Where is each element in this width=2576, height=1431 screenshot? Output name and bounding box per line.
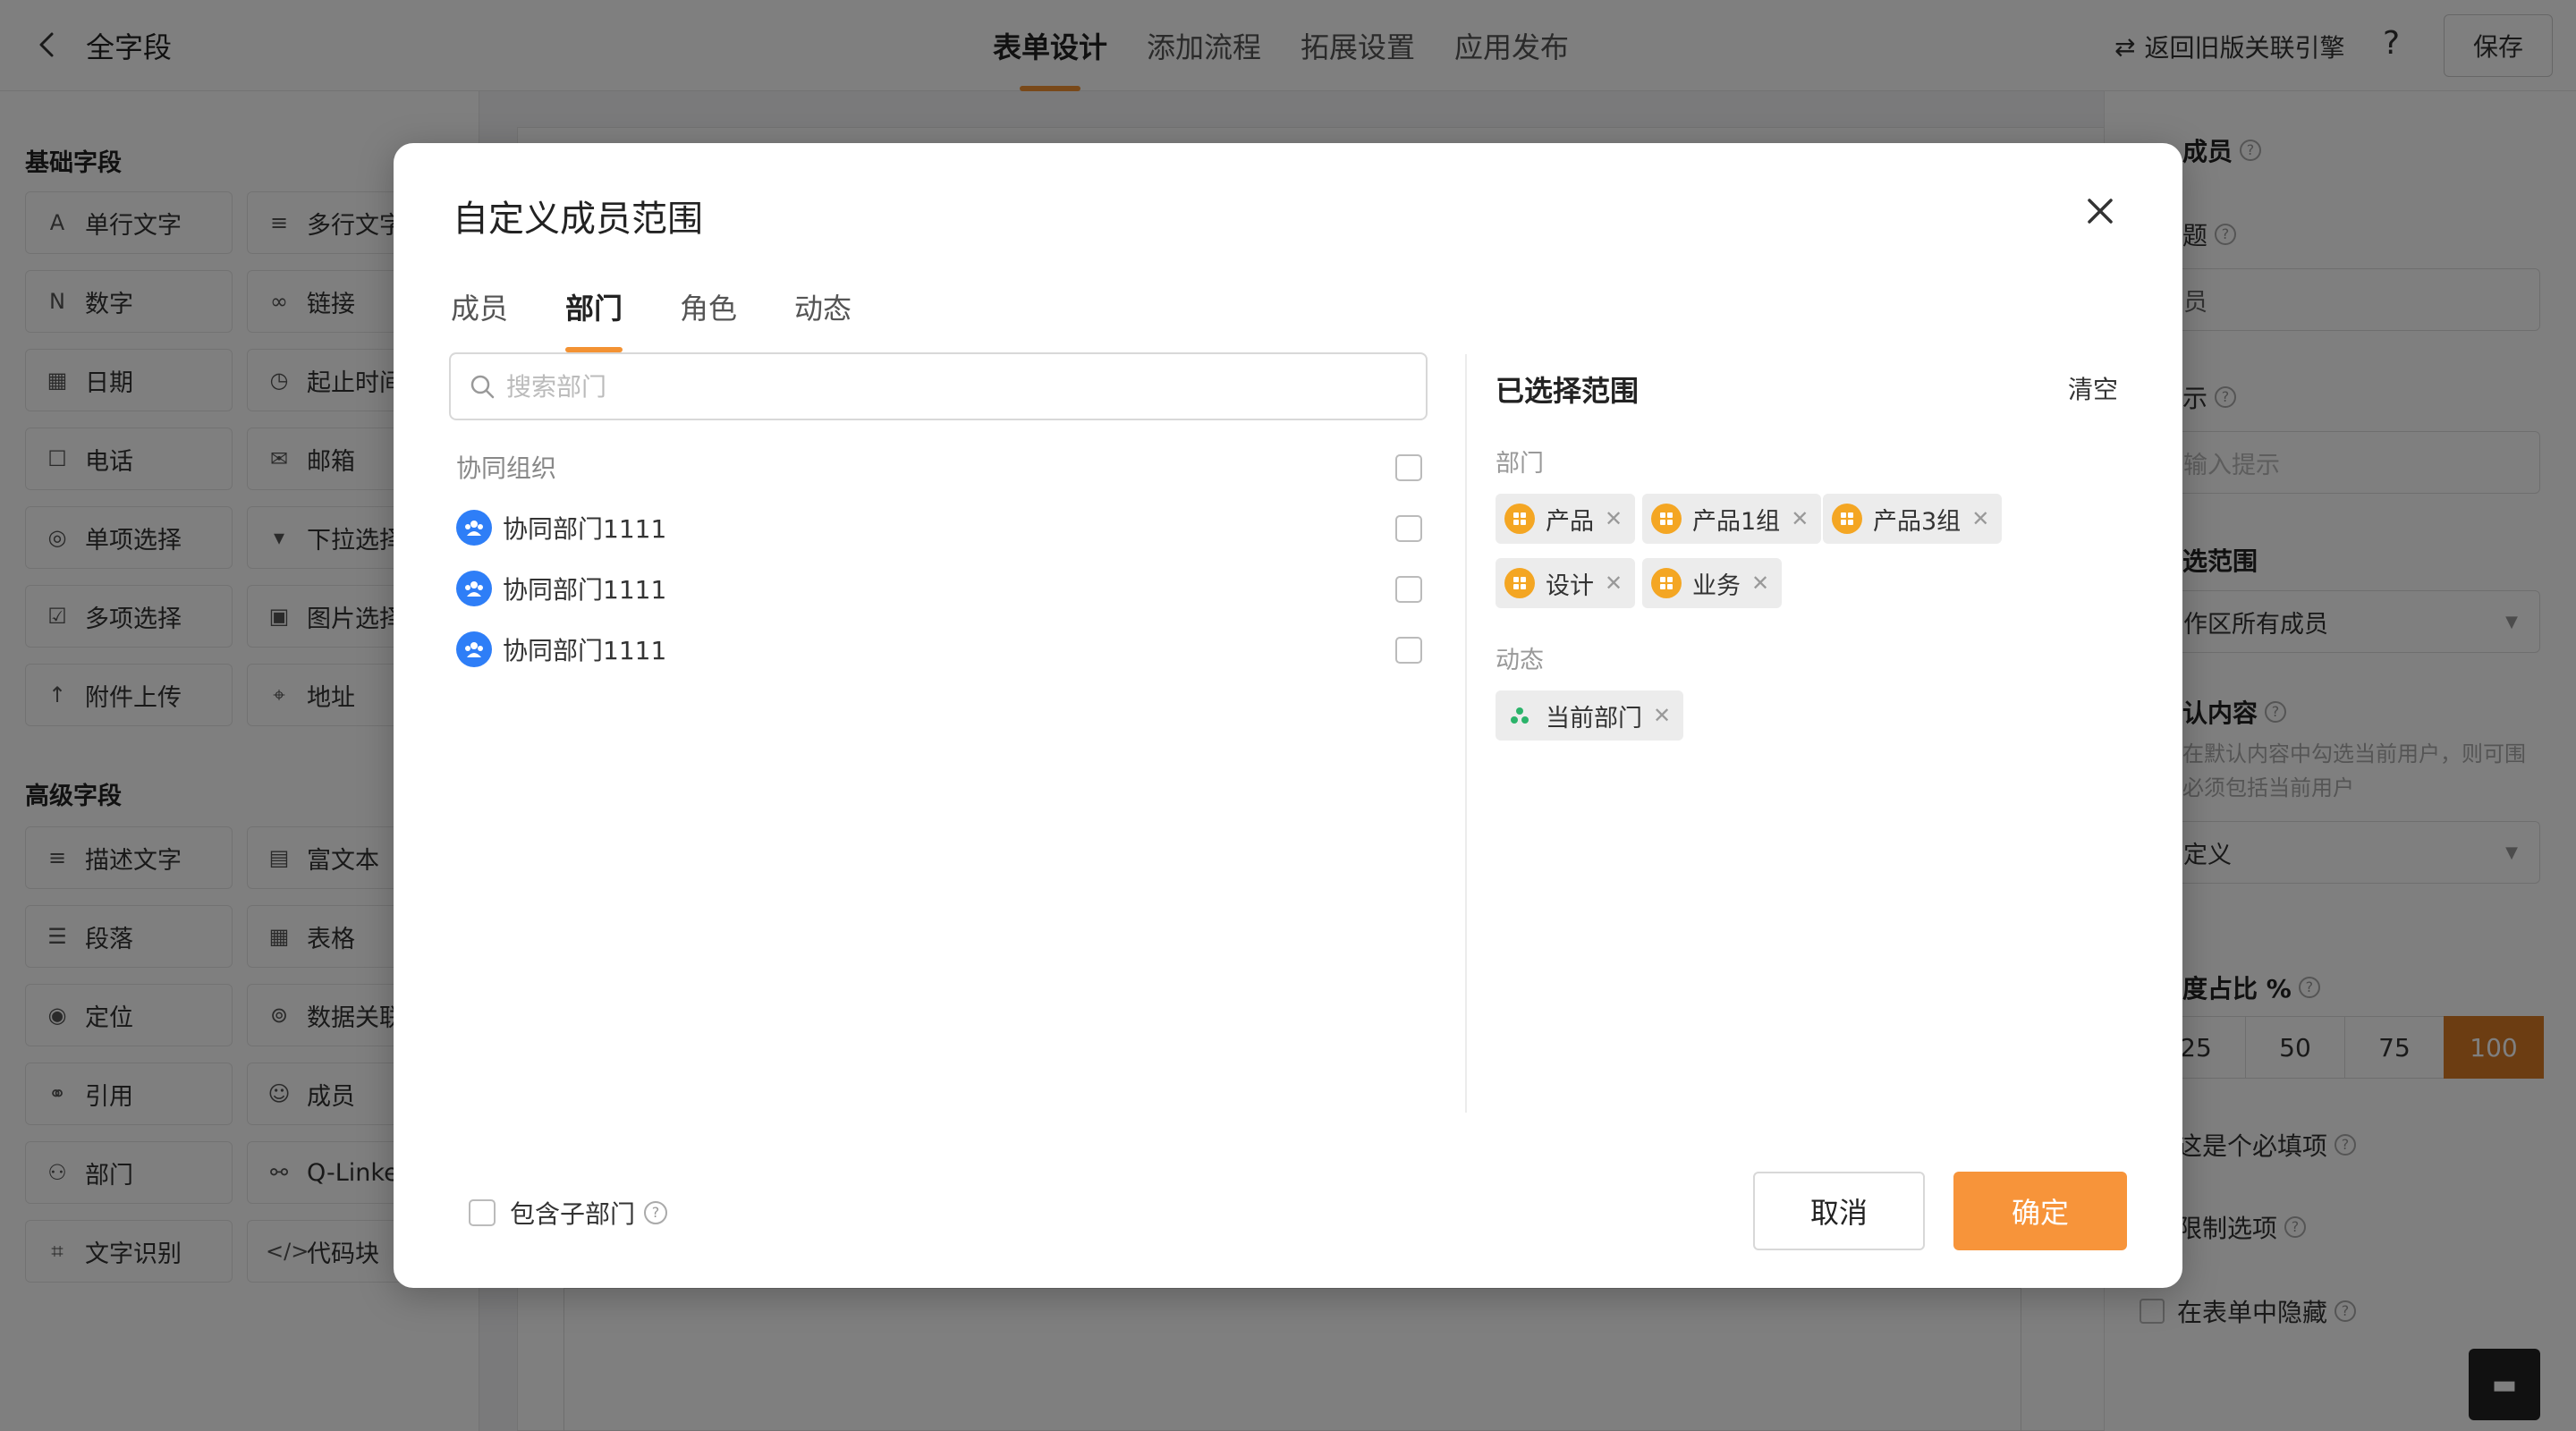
help-circle-icon[interactable]: ? [644, 1201, 668, 1224]
include-sub-row[interactable]: 包含子部门 ? [469, 1195, 668, 1231]
tree-row-dept[interactable]: 协同部门1111 [456, 501, 1422, 555]
close-icon[interactable] [2082, 193, 2118, 229]
selected-dyn-label: 动态 [1496, 647, 1544, 674]
search-input[interactable] [506, 371, 1383, 402]
tab-members[interactable]: 成员 [451, 286, 508, 352]
department-grid-icon [1504, 504, 1535, 534]
selected-dept-tag: 产品1组 ✕ [1642, 494, 1822, 544]
remove-tag-icon[interactable]: ✕ [1605, 571, 1623, 596]
tag-label: 业务 [1692, 572, 1741, 600]
confirm-button[interactable]: 确定 [1953, 1172, 2127, 1250]
tag-label: 当前部门 [1546, 704, 1642, 732]
department-icon [456, 571, 492, 606]
tag-label: 产品 [1546, 507, 1594, 536]
tree-checkbox[interactable] [1395, 637, 1422, 664]
tree-row-org[interactable]: 协同组织 [456, 440, 1422, 494]
selected-scope-title: 已选择范围 [1496, 374, 1640, 408]
department-icon [456, 631, 492, 667]
remove-tag-icon[interactable]: ✕ [1971, 506, 1989, 531]
tag-label: 产品3组 [1873, 507, 1962, 536]
department-search[interactable] [449, 352, 1428, 420]
tag-label: 设计 [1546, 572, 1594, 600]
department-grid-icon [1832, 504, 1862, 534]
tree-checkbox[interactable] [1395, 576, 1422, 603]
member-scope-dialog: 自定义成员范围 成员 部门 角色 动态 协同组织 协同部门1111 协同部门11… [394, 143, 2182, 1288]
department-grid-icon [1651, 568, 1682, 598]
remove-tag-icon[interactable]: ✕ [1605, 506, 1623, 531]
selected-dept-tag: 产品 ✕ [1496, 494, 1636, 544]
dialog-title: 自定义成员范围 [453, 199, 703, 240]
tree-row-dept[interactable]: 协同部门1111 [456, 562, 1422, 615]
cancel-button[interactable]: 取消 [1753, 1172, 1925, 1250]
tab-roles[interactable]: 角色 [680, 286, 737, 352]
department-grid-icon [1651, 504, 1682, 534]
tag-label: 产品1组 [1692, 507, 1781, 536]
tree-checkbox[interactable] [1395, 454, 1422, 481]
include-sub-checkbox[interactable] [469, 1199, 496, 1226]
clear-button[interactable]: 清空 [2068, 370, 2118, 406]
department-grid-icon [1504, 568, 1535, 598]
tree-row-dept[interactable]: 协同部门1111 [456, 622, 1422, 676]
selected-dynamic-tag: 当前部门 ✕ [1496, 690, 1684, 741]
panel-divider [1465, 354, 1467, 1113]
tab-dynamic[interactable]: 动态 [794, 286, 852, 352]
remove-tag-icon[interactable]: ✕ [1791, 506, 1809, 531]
selected-dept-tag: 设计 ✕ [1496, 558, 1636, 608]
tab-departments[interactable]: 部门 [565, 286, 623, 352]
tree-checkbox[interactable] [1395, 515, 1422, 542]
department-icon [456, 510, 492, 546]
selected-dept-label: 部门 [1496, 450, 1544, 478]
org-structure-icon [1504, 700, 1535, 731]
remove-tag-icon[interactable]: ✕ [1653, 703, 1671, 728]
remove-tag-icon[interactable]: ✕ [1751, 571, 1769, 596]
selected-dept-tag: 业务 ✕ [1642, 558, 1783, 608]
search-icon [470, 375, 495, 399]
dialog-tabs: 成员 部门 角色 动态 [451, 286, 909, 352]
selected-dept-tag: 产品3组 ✕ [1823, 494, 2003, 544]
